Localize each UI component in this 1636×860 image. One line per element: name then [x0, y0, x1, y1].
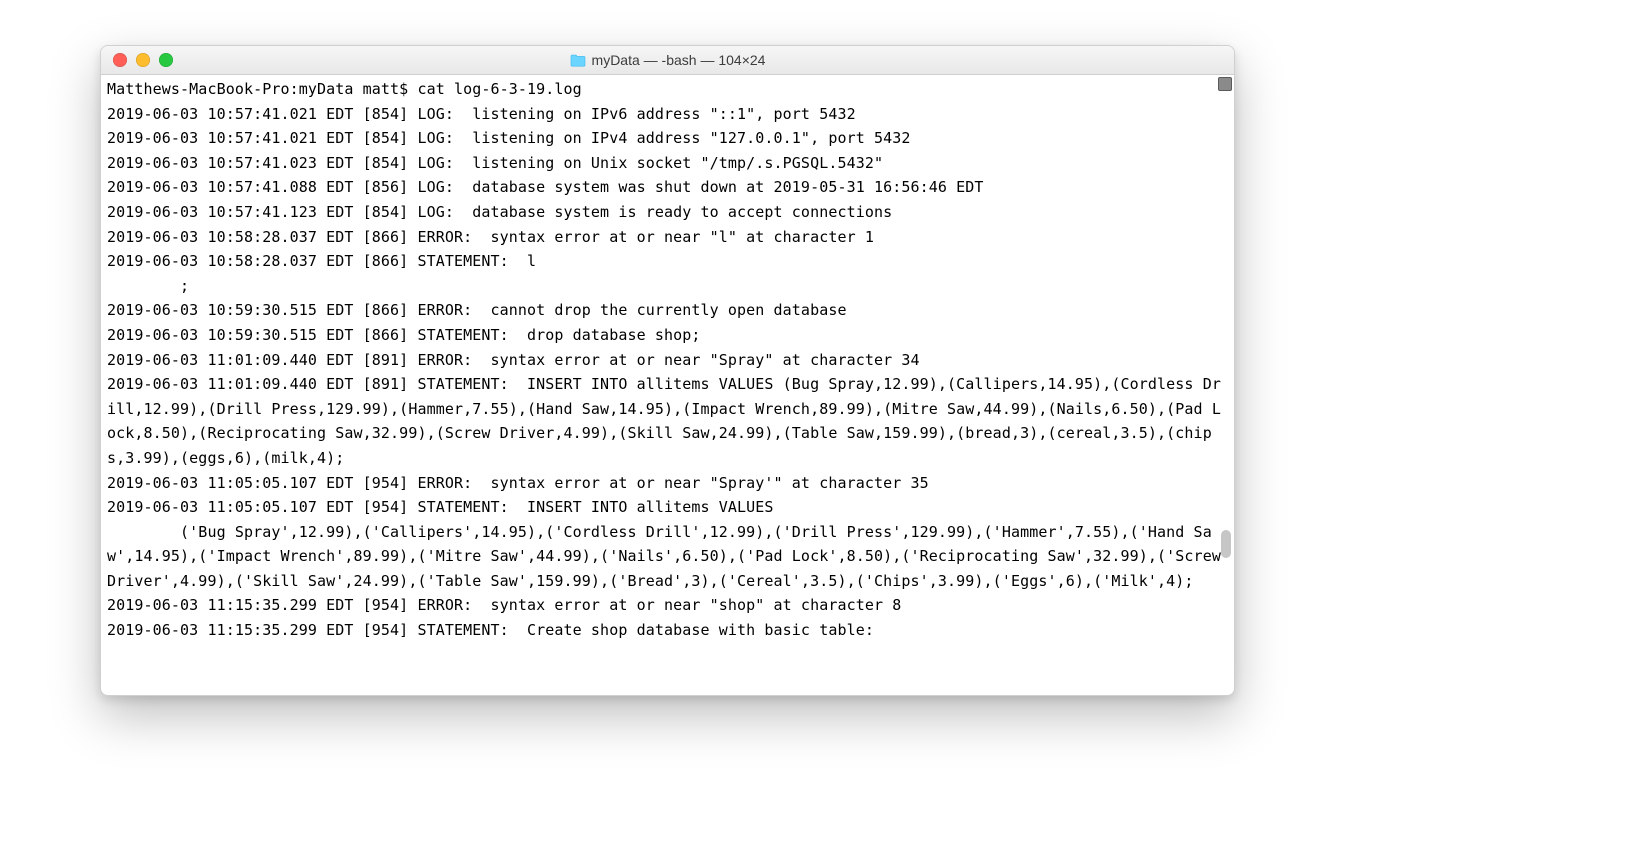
- scrollbar[interactable]: [1218, 75, 1234, 695]
- terminal-body[interactable]: Matthews-MacBook-Pro:myData matt$ cat lo…: [101, 75, 1234, 695]
- scroll-corner-icon: [1218, 77, 1232, 91]
- scroll-thumb[interactable]: [1221, 530, 1231, 558]
- traffic-lights: [101, 53, 173, 67]
- minimize-button[interactable]: [136, 53, 150, 67]
- terminal-output: 2019-06-03 10:57:41.021 EDT [854] LOG: l…: [107, 105, 1230, 639]
- close-button[interactable]: [113, 53, 127, 67]
- terminal-window: myData — -bash — 104×24 Matthews-MacBook…: [100, 45, 1235, 696]
- titlebar: myData — -bash — 104×24: [101, 46, 1234, 75]
- shell-prompt: Matthews-MacBook-Pro:myData matt$: [107, 80, 417, 98]
- prompt-line: Matthews-MacBook-Pro:myData matt$ cat lo…: [107, 80, 582, 98]
- window-title: myData — -bash — 104×24: [592, 52, 766, 68]
- window-title-area: myData — -bash — 104×24: [101, 46, 1234, 74]
- shell-command: cat log-6-3-19.log: [417, 80, 581, 98]
- maximize-button[interactable]: [159, 53, 173, 67]
- folder-icon: [570, 54, 586, 67]
